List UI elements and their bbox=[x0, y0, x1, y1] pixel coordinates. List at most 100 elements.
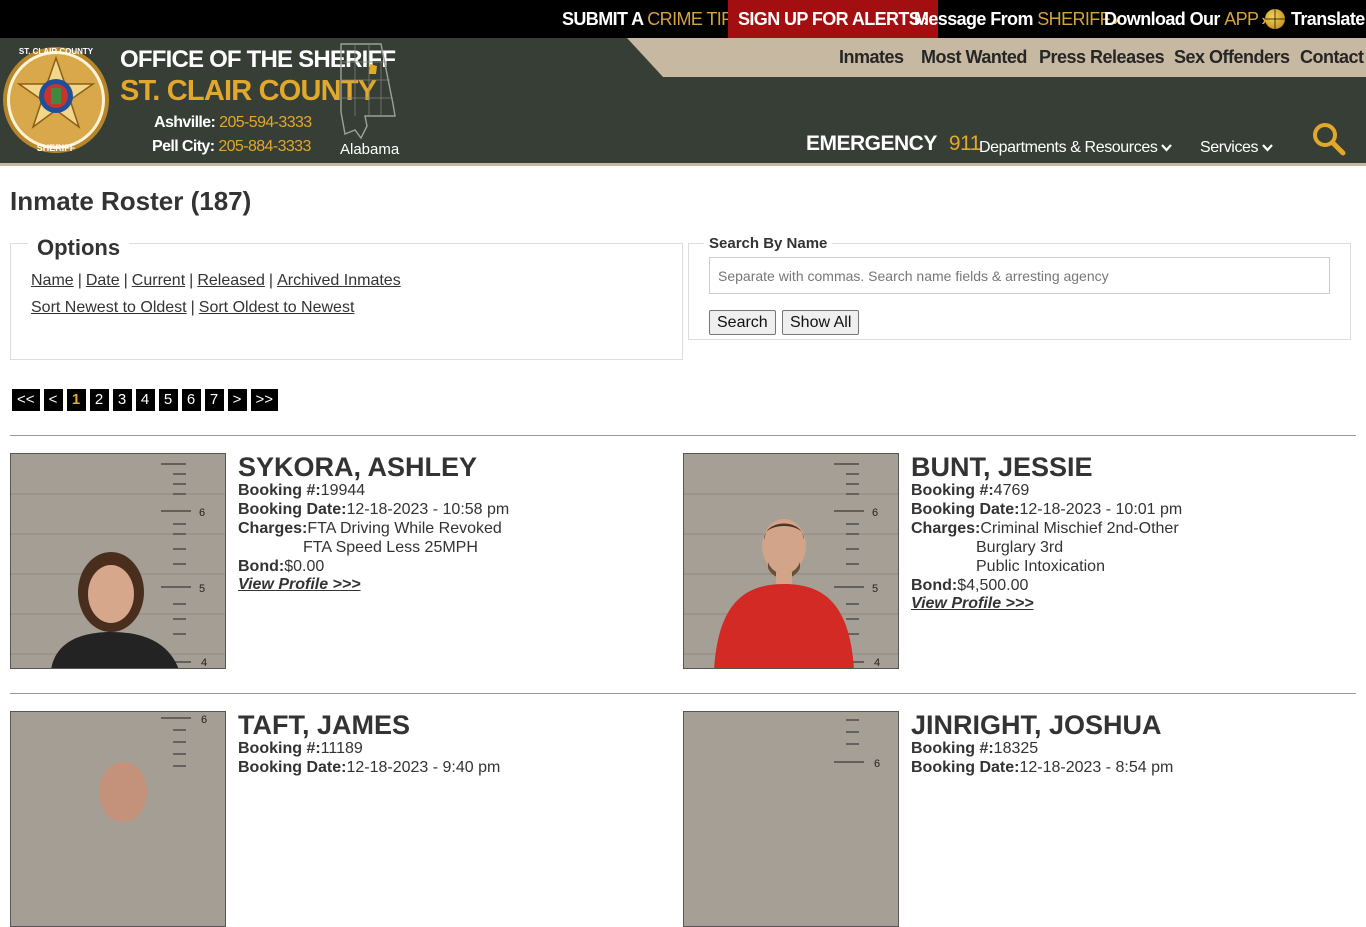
options-legend: Options bbox=[28, 235, 130, 261]
sort-newest-link[interactable]: Sort Newest to Oldest bbox=[31, 299, 187, 316]
booking-date-value: 12-18-2023 - 10:01 pm bbox=[1019, 501, 1183, 518]
mugshot-image: 6 bbox=[684, 712, 898, 926]
filter-links: Name | Date | Current | Released | Archived Inma… bbox=[31, 272, 401, 290]
phone-ashville-number[interactable]: 205-594-3333 bbox=[219, 114, 312, 131]
charges-row-continued: Burglary 3rd bbox=[976, 538, 1063, 557]
booking-number-value: 11189 bbox=[320, 740, 363, 757]
translate-text: Translate bbox=[1291, 9, 1365, 29]
page-7[interactable]: 7 bbox=[204, 389, 224, 411]
page-4[interactable]: 4 bbox=[135, 389, 155, 411]
height-mark: 5 bbox=[199, 583, 205, 595]
services-label: Services bbox=[1200, 139, 1259, 156]
mugshot-image: 6 5 4 bbox=[684, 454, 898, 669]
message-from-sheriff-link[interactable]: Message From SHERIFF › bbox=[914, 0, 1118, 38]
booking-number-label: Booking #: bbox=[238, 740, 321, 757]
page-3[interactable]: 3 bbox=[112, 389, 132, 411]
departments-label: Departments & Resources bbox=[979, 139, 1158, 156]
bond-label: Bond: bbox=[238, 558, 285, 575]
nav-sex-offenders[interactable]: Sex Offenders bbox=[1174, 38, 1290, 77]
sort-oldest-link[interactable]: Sort Oldest to Newest bbox=[199, 299, 355, 316]
separator: | bbox=[77, 272, 82, 289]
page-last[interactable]: >> bbox=[250, 389, 279, 411]
filter-date-link[interactable]: Date bbox=[86, 272, 120, 289]
view-profile-link[interactable]: View Profile >>> bbox=[238, 576, 361, 594]
filter-name-link[interactable]: Name bbox=[31, 272, 74, 289]
pagination: << < 1 2 3 4 5 6 7 > >> bbox=[12, 389, 279, 411]
nav-contact[interactable]: Contact bbox=[1300, 38, 1364, 77]
booking-number-row: Booking #:4769 bbox=[911, 481, 1029, 500]
inmate-photo[interactable]: 6 5 4 bbox=[10, 453, 226, 669]
nav-press-releases[interactable]: Press Releases bbox=[1039, 38, 1165, 77]
height-mark: 6 bbox=[874, 758, 880, 770]
view-profile-link[interactable]: View Profile >>> bbox=[911, 595, 1034, 613]
booking-number-label: Booking #: bbox=[911, 740, 994, 757]
page-first[interactable]: << bbox=[12, 389, 40, 411]
search-icon[interactable] bbox=[1312, 122, 1346, 156]
inmate-photo[interactable]: 6 bbox=[683, 711, 899, 927]
nav-inmates[interactable]: Inmates bbox=[839, 38, 904, 77]
page-prev[interactable]: < bbox=[43, 389, 63, 411]
download-text-b: APP bbox=[1224, 9, 1259, 29]
emergency-label: EMERGENCY bbox=[806, 132, 937, 155]
height-mark: 6 bbox=[201, 714, 207, 726]
message-text-a: Message From bbox=[914, 9, 1033, 29]
filter-released-link[interactable]: Released bbox=[197, 272, 265, 289]
page-6[interactable]: 6 bbox=[181, 389, 201, 411]
height-mark: 5 bbox=[872, 583, 878, 595]
show-all-button[interactable]: Show All bbox=[782, 310, 860, 335]
page-1[interactable]: 1 bbox=[66, 389, 86, 411]
phone-pell-city-number[interactable]: 205-884-3333 bbox=[218, 138, 311, 155]
filter-current-link[interactable]: Current bbox=[132, 272, 185, 289]
main-nav: Inmates Most Wanted Press Releases Sex O… bbox=[627, 38, 1366, 77]
chevron-down-icon bbox=[1262, 144, 1274, 152]
sign-up-alerts-link[interactable]: SIGN UP FOR ALERTS › bbox=[728, 0, 938, 38]
mugshot-image: 6 5 4 bbox=[11, 454, 225, 669]
height-mark: 6 bbox=[872, 507, 878, 519]
search-button[interactable]: Search bbox=[709, 310, 776, 335]
inmate-photo[interactable]: 6 bbox=[10, 711, 226, 927]
top-bar: SUBMIT A CRIME TIP› SIGN UP FOR ALERTS› … bbox=[0, 0, 1366, 38]
charge-item: Burglary 3rd bbox=[976, 539, 1064, 556]
separator: | bbox=[189, 272, 194, 289]
page-2[interactable]: 2 bbox=[89, 389, 109, 411]
booking-date-label: Booking Date: bbox=[911, 501, 1020, 518]
site-header: ST. CLAIR COUNTY SHERIFF OFFICE OF THE S… bbox=[0, 38, 1366, 166]
booking-number-label: Booking #: bbox=[238, 482, 321, 499]
page-next[interactable]: > bbox=[227, 389, 247, 411]
sheriff-badge-logo[interactable]: ST. CLAIR COUNTY SHERIFF bbox=[2, 44, 110, 156]
sort-links: Sort Newest to Oldest | Sort Oldest to New… bbox=[31, 299, 354, 317]
charges-label: Charges: bbox=[238, 520, 308, 537]
booking-number-value: 18325 bbox=[993, 740, 1039, 757]
emergency-911[interactable]: 911 bbox=[949, 132, 981, 155]
download-app-link[interactable]: Download Our APP › bbox=[1104, 0, 1267, 38]
divider bbox=[10, 435, 1356, 436]
departments-resources-dropdown[interactable]: Departments & Resources bbox=[979, 139, 1173, 157]
bond-row: Bond:$0.00 bbox=[238, 557, 324, 576]
translate-link[interactable]: Translate bbox=[1265, 0, 1365, 38]
page-title: Inmate Roster (187) bbox=[10, 186, 252, 216]
crime-tip-text-b: CRIME TIP bbox=[647, 9, 733, 29]
phone-ashville: Ashville: 205-594-3333 bbox=[154, 114, 312, 132]
booking-number-row: Booking #:19944 bbox=[238, 481, 365, 500]
charges-row: Charges:Criminal Mischief 2nd-Other bbox=[911, 519, 1179, 538]
booking-date-label: Booking Date: bbox=[238, 501, 347, 518]
booking-number-label: Booking #: bbox=[911, 482, 994, 499]
submit-crime-tip-link[interactable]: SUBMIT A CRIME TIP› bbox=[562, 0, 741, 38]
badge-top-text: ST. CLAIR COUNTY bbox=[19, 47, 94, 56]
height-mark: 6 bbox=[199, 507, 205, 519]
height-mark: 4 bbox=[874, 657, 880, 669]
filter-archived-link[interactable]: Archived Inmates bbox=[277, 272, 401, 289]
state-label: Alabama bbox=[340, 141, 400, 158]
chevron-down-icon bbox=[1161, 144, 1173, 152]
services-dropdown[interactable]: Services bbox=[1200, 139, 1274, 157]
message-text-b: SHERIFF bbox=[1037, 9, 1111, 29]
divider bbox=[10, 693, 1356, 694]
height-mark: 4 bbox=[201, 657, 207, 669]
search-legend: Search By Name bbox=[704, 235, 833, 252]
inmate-name: SYKORA, ASHLEY bbox=[238, 452, 478, 482]
search-name-input[interactable] bbox=[709, 257, 1330, 294]
nav-most-wanted[interactable]: Most Wanted bbox=[921, 38, 1027, 77]
booking-number-value: 4769 bbox=[993, 482, 1030, 499]
inmate-photo[interactable]: 6 5 4 bbox=[683, 453, 899, 669]
page-5[interactable]: 5 bbox=[158, 389, 178, 411]
